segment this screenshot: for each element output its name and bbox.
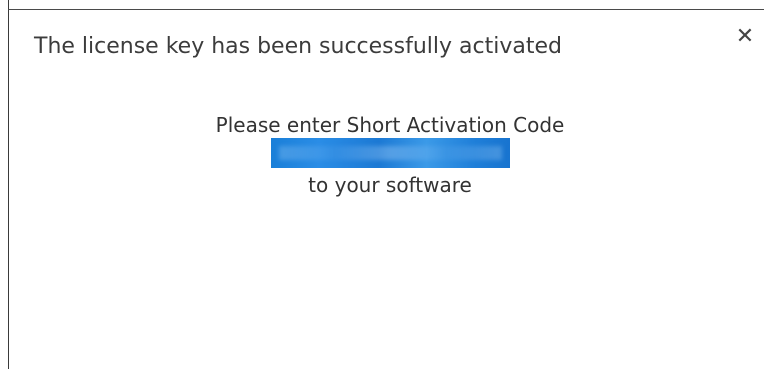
activation-code-value: [270, 138, 510, 168]
dialog-body: Please enter Short Activation Code to yo…: [0, 112, 764, 198]
instruction-text: Please enter Short Activation Code: [215, 113, 565, 137]
close-icon: ✕: [735, 24, 755, 49]
dialog-title: The license key has been successfully ac…: [34, 34, 562, 59]
dialog-top-border: [8, 9, 764, 10]
close-button[interactable]: ✕: [734, 26, 756, 48]
activation-code-row: [0, 138, 764, 168]
instruction-suffix-text: to your software: [308, 173, 472, 197]
activation-dialog: The license key has been successfully ac…: [0, 0, 764, 369]
